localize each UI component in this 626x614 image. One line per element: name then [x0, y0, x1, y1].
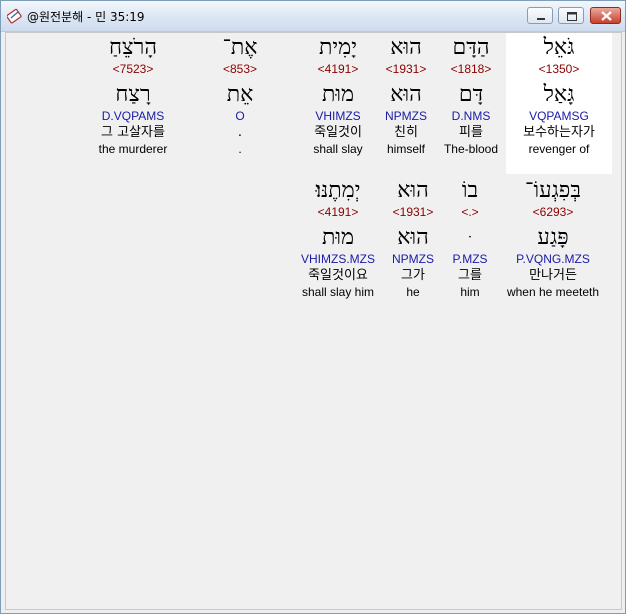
hebrew-word: הַדָּם	[452, 35, 490, 60]
korean-gloss: 만나거든	[529, 268, 577, 283]
korean-gloss: 피를	[459, 125, 483, 140]
word-cell[interactable]: אֶת־ <853> אֵת O . .	[210, 33, 270, 157]
strong-number[interactable]: <4191>	[294, 205, 382, 220]
english-gloss: revenger of	[528, 142, 590, 156]
word-cell[interactable]: בְּפִגְעוֹ־ <6293> פָּגַע P.VQNG.MZS 만나거…	[498, 176, 608, 300]
korean-gloss: 그를	[458, 268, 482, 283]
strong-number[interactable]: <853>	[210, 62, 270, 77]
english-gloss: shall slay him	[301, 285, 375, 299]
korean-gloss: .	[237, 125, 243, 140]
hebrew-lemma: מוּת	[321, 225, 355, 250]
hebrew-word: בְּפִגְעוֹ־	[525, 178, 581, 203]
minimize-button[interactable]	[527, 7, 553, 24]
maximize-icon	[567, 12, 577, 21]
hebrew-lemma: אֵת	[226, 82, 254, 107]
morphology-code[interactable]: P.MZS	[444, 252, 496, 267]
hebrew-lemma: מוּת	[321, 82, 355, 107]
english-gloss: himself	[386, 142, 425, 156]
hebrew-word: יְמִתֶנּוּ׃	[315, 178, 361, 203]
word-cell[interactable]: גֹּאֵל <1350> גָּאַל VQPAMSG 보수하는자가 reve…	[506, 33, 612, 174]
morphology-code[interactable]: VHIMZS	[302, 109, 374, 124]
strong-number[interactable]: <1350>	[506, 62, 612, 77]
hebrew-lemma: הוּא	[390, 82, 422, 107]
word-cell[interactable]: יָמִית <4191> מוּת VHIMZS 죽일것이 shall sla…	[302, 33, 374, 157]
strong-number[interactable]: <7523>	[88, 62, 178, 77]
hebrew-word: יָמִית	[319, 35, 357, 60]
strong-number[interactable]: <1931>	[384, 205, 442, 220]
english-gloss: shall slay	[313, 142, 363, 156]
minimize-icon	[537, 18, 545, 20]
english-gloss: The-blood	[443, 142, 499, 156]
app-window: @원전분해 - 민 35:19 גֹּאֵל <1350> גָּאַל VQP…	[0, 0, 626, 614]
hebrew-lemma: פָּגַע	[537, 225, 569, 250]
korean-gloss: 보수하는자가	[523, 125, 595, 140]
morphology-code[interactable]: O	[210, 109, 270, 124]
morphology-code[interactable]: VQPAMSG	[506, 109, 612, 124]
hebrew-lemma: גָּאַל	[543, 82, 575, 107]
english-gloss: .	[238, 142, 242, 156]
korean-gloss: 죽일것이	[314, 125, 362, 140]
korean-gloss: 그가	[401, 268, 425, 283]
hebrew-lemma: ּ	[444, 224, 496, 252]
morphology-code[interactable]: D.NMS	[438, 109, 504, 124]
hebrew-lemma: רָצַח	[115, 82, 151, 107]
korean-gloss: 그 고살자를	[101, 125, 165, 140]
strong-number[interactable]: <.>	[444, 205, 496, 220]
hebrew-word: בוֹ	[461, 178, 479, 203]
strong-number[interactable]: <6293>	[498, 205, 608, 220]
word-cell[interactable]: יְמִתֶנּוּ׃ <4191> מוּת VHIMZS.MZS 죽일것이요…	[294, 176, 382, 300]
morphology-code[interactable]: NPMZS	[384, 252, 442, 267]
korean-gloss: 죽일것이요	[308, 268, 368, 283]
morphology-code[interactable]: VHIMZS.MZS	[294, 252, 382, 267]
word-cell[interactable]: הוּא <1931> הוּא NPMZS 친히 himself	[376, 33, 436, 157]
english-gloss: he	[406, 285, 420, 299]
word-cell[interactable]: הַדָּם <1818> דָּם D.NMS 피를 The-blood	[438, 33, 504, 157]
word-cell[interactable]: הוּא <1931> הוּא NPMZS 그가 he	[384, 176, 442, 300]
english-gloss: when he meeteth	[506, 285, 600, 299]
hebrew-word: הוּא	[397, 178, 429, 203]
hebrew-word: אֶת־	[222, 35, 258, 60]
hebrew-word: הָרֹצֵחַ	[108, 35, 157, 60]
morphology-code[interactable]: D.VQPAMS	[88, 109, 178, 124]
korean-gloss: 친히	[394, 125, 418, 140]
english-gloss: him	[460, 285, 480, 299]
hebrew-word: גֹּאֵל	[543, 35, 575, 60]
maximize-button[interactable]	[558, 7, 584, 24]
strong-number[interactable]: <4191>	[302, 62, 374, 77]
morphology-code[interactable]: NPMZS	[376, 109, 436, 124]
strong-number[interactable]: <1818>	[438, 62, 504, 77]
english-gloss: the murderer	[98, 142, 168, 156]
close-button[interactable]	[590, 7, 621, 24]
close-icon	[601, 11, 612, 21]
morphology-code[interactable]: P.VQNG.MZS	[498, 252, 608, 267]
hebrew-lemma: דָּם	[458, 82, 484, 107]
word-cell[interactable]: בוֹ <.> ּ P.MZS 그를 him	[444, 176, 496, 300]
app-icon[interactable]	[6, 8, 23, 24]
strong-number[interactable]: <1931>	[376, 62, 436, 77]
title-bar[interactable]: @원전분해 - 민 35:19	[1, 1, 625, 32]
interlinear-panel[interactable]: גֹּאֵל <1350> גָּאַל VQPAMSG 보수하는자가 reve…	[5, 32, 622, 610]
hebrew-word: הוּא	[390, 35, 422, 60]
window-title: @원전분해 - 민 35:19	[27, 10, 145, 24]
word-cell[interactable]: הָרֹצֵחַ <7523> רָצַח D.VQPAMS 그 고살자를 th…	[88, 33, 178, 157]
hebrew-lemma: הוּא	[397, 225, 429, 250]
